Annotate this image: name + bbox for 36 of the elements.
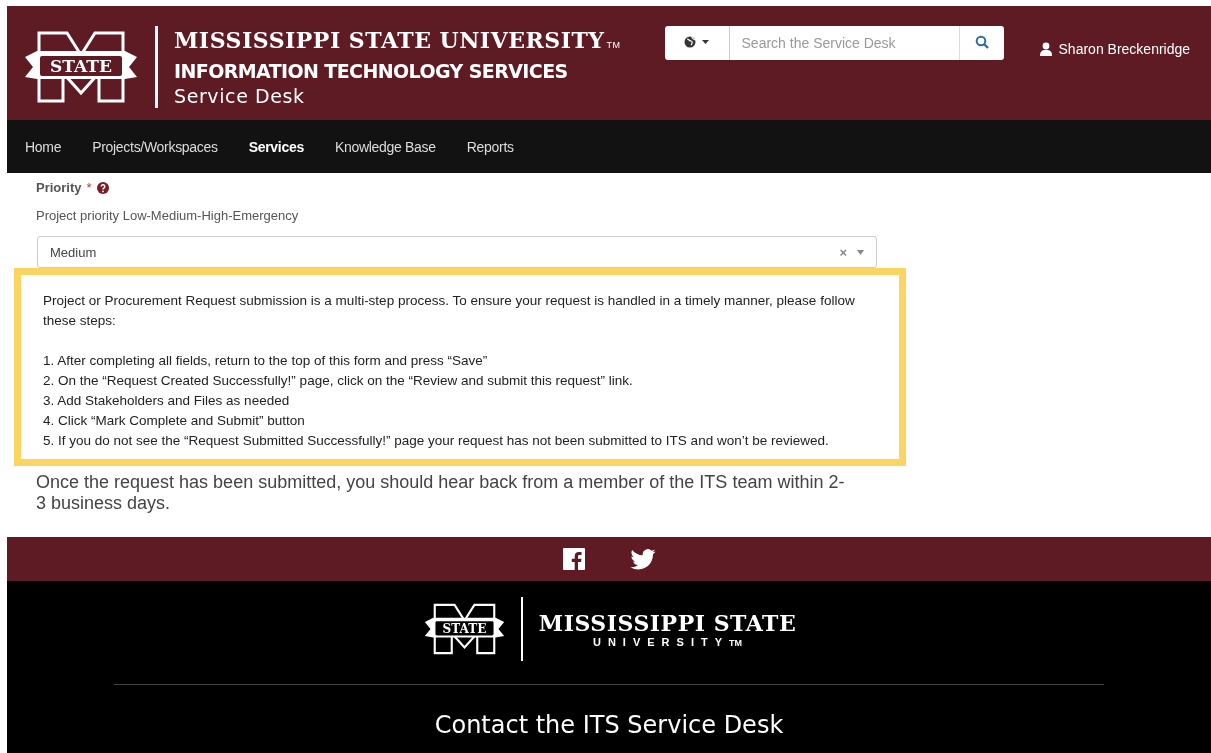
language-dropdown[interactable] xyxy=(664,26,730,60)
search-field[interactable]: Search the Service Desk xyxy=(729,26,959,60)
help-icon[interactable] xyxy=(96,181,109,194)
instruction-step: 5. If you do not see the “Request Submitted Successfully!” page your request has not been submitted to ITS and won’t be reviewed. xyxy=(43,431,877,451)
search-button[interactable] xyxy=(958,26,1004,60)
caret-icon xyxy=(857,249,864,255)
closing-note: Once the request has been submitted, you should hear back from a member of the ITS team within 2-3 business days. xyxy=(36,472,846,514)
nav-tab[interactable]: Home xyxy=(25,138,62,155)
department-name: INFORMATION TECHNOLOGY SERVICES xyxy=(174,58,569,84)
nav-tab[interactable]: Services xyxy=(248,138,304,155)
nav-tab[interactable]: Projects/Workspaces xyxy=(92,138,218,155)
university-name: MISSISSIPPI STATE xyxy=(538,610,797,636)
field-label: Priority xyxy=(36,180,82,195)
nav-tab[interactable]: Knowledge Base xyxy=(334,138,436,155)
required-mark: * xyxy=(86,180,92,195)
globe-caret-icon xyxy=(683,35,710,48)
user-menu[interactable]: Sharon Breckenridge xyxy=(1039,41,1191,57)
footer-heading: Contact the ITS Service Desk xyxy=(434,711,784,739)
search-icon xyxy=(974,34,989,49)
trademark-mark: TM xyxy=(729,638,742,648)
instruction-step: 4. Click “Mark Complete and Submit” button xyxy=(43,411,877,431)
university-name: MISSISSIPPI STATE UNIVERSITY xyxy=(174,26,605,53)
university-subtitle: UNIVERSITY xyxy=(593,636,729,648)
instruction-step: 2. On the “Request Created Successfully!” page, click on the “Review and submit this request” link. xyxy=(43,371,877,391)
nav-tab[interactable]: Reports xyxy=(466,138,514,155)
clear-button[interactable]: × xyxy=(839,244,847,260)
instruction-step: 1. After completing all fields, return to the top of this form and press “Save” xyxy=(43,351,877,371)
twitter-icon[interactable] xyxy=(629,548,656,570)
priority-select[interactable]: Medium × xyxy=(37,236,877,268)
instruction-step: 3. Add Stakeholders and Files as needed xyxy=(43,391,877,411)
facebook-icon[interactable] xyxy=(562,548,585,570)
field-help-text: Project priority Low-Medium-High-Emergency xyxy=(36,208,300,223)
site-name: Service Desk xyxy=(174,83,306,108)
instructions-intro: Project or Procurement Request submission is a multi-step process. To ensure your request is handled in a timely manner, please follow these steps: xyxy=(43,292,856,330)
trademark-mark: TM xyxy=(606,39,621,50)
user-icon xyxy=(1039,42,1052,56)
